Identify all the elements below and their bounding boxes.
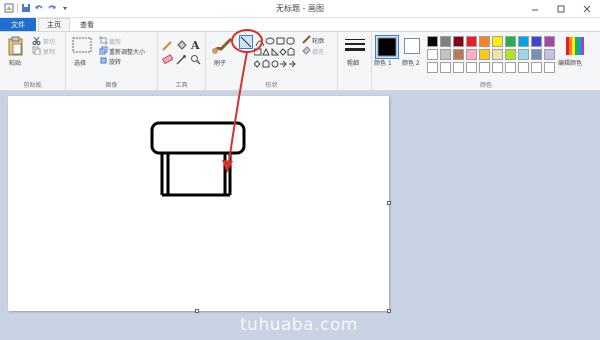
annotation-overlay (222, 29, 263, 173)
highlight-circle (231, 29, 263, 53)
annotation-arrow-head (222, 160, 233, 173)
annotation-arrow-shaft (227, 51, 248, 169)
watermark-text: tuhuaba.com (240, 315, 358, 335)
